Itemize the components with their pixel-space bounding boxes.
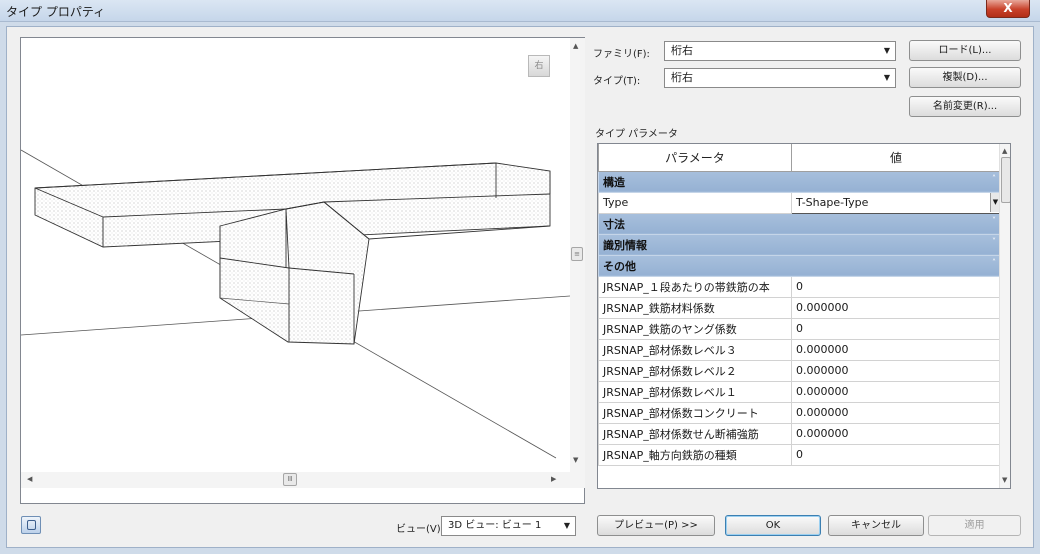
scroll-thumb[interactable]: Ⅲ (283, 473, 297, 486)
param-value[interactable]: 0 (791, 317, 1001, 340)
preview-toggle-icon[interactable] (21, 516, 41, 534)
type-value-dropdown[interactable]: T-Shape-Type ▼ (791, 191, 1001, 214)
window-title: タイプ プロパティ (6, 5, 106, 19)
chevron-down-icon: ▼ (563, 521, 570, 530)
param-value[interactable]: 0.000000 (791, 401, 1001, 424)
param-name: JRSNAP_部材係数レベル２ (598, 359, 792, 382)
preview-horizontal-scrollbar[interactable]: ◀ Ⅲ ▶ (21, 472, 570, 488)
param-value[interactable]: 0.000000 (791, 422, 1001, 445)
collapse-icon[interactable]: ˄ (992, 258, 996, 267)
view-select[interactable]: 3D ビュー: ビュー 1 ▼ (441, 516, 576, 536)
param-value[interactable]: 0 (791, 275, 1001, 298)
param-value[interactable]: 0.000000 (791, 296, 1001, 319)
preview-button[interactable]: プレビュー(P) >> (597, 515, 715, 536)
table-row[interactable]: JRSNAP_部材係数コンクリート 0.000000 (598, 401, 1001, 424)
grid-vertical-scrollbar[interactable]: ▲ ▼ (999, 144, 1010, 488)
preview-vertical-scrollbar[interactable]: ▲ ≡ ▼ (570, 38, 585, 488)
expand-icon[interactable]: ˅ (992, 237, 996, 246)
table-row[interactable]: JRSNAP_部材係数せん断補強筋 0.000000 (598, 422, 1001, 445)
apply-button[interactable]: 適用 (928, 515, 1021, 536)
table-row[interactable]: JRSNAP_鉄筋材料係数 0.000000 (598, 296, 1001, 319)
column-header-value[interactable]: 値 (791, 144, 1001, 172)
viewcube[interactable]: 右 (528, 55, 550, 77)
title-bar: タイプ プロパティ X (0, 0, 1040, 22)
expand-icon[interactable]: ˅ (992, 216, 996, 225)
scroll-thumb[interactable]: ≡ (571, 247, 583, 261)
type-value: 桁右 (671, 71, 693, 84)
chevron-down-icon: ▼ (883, 46, 890, 55)
param-name: JRSNAP_部材係数せん断補強筋 (598, 422, 792, 445)
view-value: 3D ビュー: ビュー 1 (448, 520, 542, 531)
preview-viewport[interactable]: 右 ▲ ≡ ▼ ◀ Ⅲ ▶ (20, 37, 585, 504)
scroll-up-arrow-icon[interactable]: ▲ (1002, 147, 1007, 155)
param-name: JRSNAP_１段あたりの帯鉄筋の本 (598, 275, 792, 298)
table-row[interactable]: JRSNAP_部材係数レベル１ 0.000000 (598, 380, 1001, 403)
param-name: JRSNAP_鉄筋材料係数 (598, 296, 792, 319)
scroll-down-arrow-icon[interactable]: ▼ (1002, 476, 1007, 484)
table-row[interactable]: JRSNAP_部材係数レベル２ 0.000000 (598, 359, 1001, 382)
ok-button[interactable]: OK (725, 515, 821, 536)
table-row[interactable]: Type T-Shape-Type ▼ (598, 191, 1001, 214)
param-value[interactable]: 0.000000 (791, 359, 1001, 382)
table-row[interactable]: JRSNAP_軸方向鉄筋の種類 0 (598, 443, 1001, 466)
type-label: タイプ(T): (593, 76, 641, 87)
load-button[interactable]: ロード(L)... (909, 40, 1021, 61)
param-value[interactable]: 0.000000 (791, 380, 1001, 403)
close-button[interactable]: X (986, 0, 1030, 18)
table-row[interactable]: JRSNAP_１段あたりの帯鉄筋の本 0 (598, 275, 1001, 298)
group-label: 識別情報 (603, 238, 647, 252)
type-select[interactable]: 桁右 ▼ (664, 68, 896, 88)
scroll-left-arrow-icon[interactable]: ◀ (27, 475, 32, 483)
group-label: 寸法 (603, 217, 625, 231)
column-header-parameter[interactable]: パラメータ (598, 144, 792, 172)
group-row-identity[interactable]: 識別情報 ˅ (598, 233, 1001, 256)
param-name: JRSNAP_軸方向鉄筋の種類 (598, 443, 792, 466)
rename-button[interactable]: 名前変更(R)... (909, 96, 1021, 117)
type-parameters-grid: パラメータ 値 構造 ˄ Type T-Shape-Type ▼ 寸法 ˅ 識別… (597, 143, 1011, 489)
table-row[interactable]: JRSNAP_部材係数レベル３ 0.000000 (598, 338, 1001, 361)
param-name: JRSNAP_鉄筋のヤング係数 (598, 317, 792, 340)
group-row-other[interactable]: その他 ˄ (598, 254, 1001, 277)
param-value: T-Shape-Type (796, 196, 869, 209)
preview-model (21, 149, 570, 459)
param-value[interactable]: 0.000000 (791, 338, 1001, 361)
collapse-icon[interactable]: ˄ (992, 174, 996, 183)
family-value: 桁右 (671, 44, 693, 57)
group-row-dimensions[interactable]: 寸法 ˅ (598, 212, 1001, 235)
chevron-down-icon: ▼ (883, 73, 890, 82)
param-value[interactable]: 0 (791, 443, 1001, 466)
param-name: JRSNAP_部材係数レベル１ (598, 380, 792, 403)
scroll-right-arrow-icon[interactable]: ▶ (551, 475, 556, 483)
family-label: ファミリ(F): (593, 49, 650, 60)
family-select[interactable]: 桁右 ▼ (664, 41, 896, 61)
duplicate-button[interactable]: 複製(D)... (909, 67, 1021, 88)
param-name: JRSNAP_部材係数コンクリート (598, 401, 792, 424)
scroll-up-arrow-icon[interactable]: ▲ (573, 42, 578, 50)
param-name: Type (598, 191, 792, 214)
scroll-thumb[interactable] (1001, 157, 1010, 203)
table-row[interactable]: JRSNAP_鉄筋のヤング係数 0 (598, 317, 1001, 340)
type-parameters-label: タイプ パラメータ (595, 129, 678, 140)
group-row-structure[interactable]: 構造 ˄ (598, 170, 1001, 193)
dialog-client: 右 ▲ ≡ ▼ ◀ Ⅲ ▶ ファミリ(F): 桁右 ▼ ロード(L)... タイ… (6, 26, 1034, 548)
param-name: JRSNAP_部材係数レベル３ (598, 338, 792, 361)
cancel-button[interactable]: キャンセル (828, 515, 924, 536)
view-label: ビュー(V): (396, 524, 445, 535)
scroll-down-arrow-icon[interactable]: ▼ (573, 456, 578, 464)
group-label: その他 (603, 259, 636, 273)
group-label: 構造 (603, 175, 625, 189)
